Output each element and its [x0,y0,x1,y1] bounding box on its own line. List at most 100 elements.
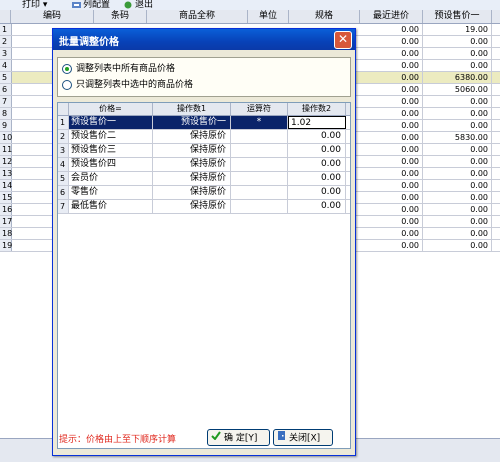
recent-cost-cell: 0.00 [360,228,423,239]
grid-header: 编码 条码 商品全称 单位 规格 最近进价 预设售价一 [0,10,500,24]
door-icon [277,430,286,446]
operand-2-cell[interactable]: 0.00 [288,186,346,199]
recent-cost-cell: 0.00 [360,96,423,107]
col-preset-price-1[interactable]: 预设售价一 [423,10,492,23]
operand-2-cell[interactable]: 0.00 [288,200,346,213]
operand-2-cell[interactable]: 0.00 [288,158,346,171]
col-spec[interactable]: 规格 [289,10,360,23]
operator-cell[interactable] [231,158,288,171]
column-config-button[interactable]: 列配置 [72,0,110,10]
price-target-cell[interactable]: 零售价 [69,186,153,199]
preset-price-cell: 0.00 [423,204,492,215]
print-button[interactable]: 打印 ▾ [22,0,47,10]
operator-cell[interactable] [231,144,288,157]
formula-row[interactable]: 1 预设售价一 预设售价一 * 1.02 [58,116,350,130]
row-number: 12 [0,156,13,167]
close-icon[interactable]: ✕ [334,31,352,49]
operand-2-cell[interactable]: 0.00 [288,144,346,157]
col-operand-2[interactable]: 操作数2 [288,103,346,115]
formula-row[interactable]: 4 预设售价四 保持原价 0.00 [58,158,350,172]
recent-cost-cell: 0.00 [360,60,423,71]
radio-all-label: 调整列表中所有商品价格 [76,64,176,74]
row-number: 10 [0,132,13,143]
row-number: 17 [0,216,13,227]
operand-1-cell[interactable]: 保持原价 [153,158,231,171]
row-number: 3 [58,144,69,157]
row-number: 11 [0,144,13,155]
preset-price-cell: 0.00 [423,192,492,203]
preset-price-cell: 0.00 [423,240,492,251]
radio-selected-items[interactable]: 只调整列表中选中的商品价格 [62,78,193,92]
row-number: 7 [58,200,69,213]
operator-cell[interactable] [231,172,288,185]
col-price[interactable]: 价格= [69,103,153,115]
formula-row[interactable]: 7 最低售价 保持原价 0.00 [58,200,350,214]
row-number: 5 [58,172,69,185]
recent-cost-cell: 0.00 [360,72,423,83]
operand-1-cell[interactable]: 预设售价一 [153,116,231,129]
recent-cost-cell: 0.00 [360,108,423,119]
price-target-cell[interactable]: 预设售价二 [69,130,153,143]
radio-checked-icon[interactable] [62,63,72,74]
row-number: 1 [0,24,12,35]
formula-row[interactable]: 3 预设售价三 保持原价 0.00 [58,144,350,158]
operator-cell[interactable] [231,186,288,199]
col-recent-cost[interactable]: 最近进价 [360,10,423,23]
preset-price-cell: 0.00 [423,60,492,71]
operand-2-cell[interactable]: 0.00 [288,130,346,143]
col-operand-1[interactable]: 操作数1 [153,103,231,115]
close-dialog-button[interactable]: 关闭[X] [273,429,333,446]
row-number: 6 [58,186,69,199]
grid-corner [0,10,11,23]
price-target-cell[interactable]: 预设售价三 [69,144,153,157]
operator-cell[interactable] [231,200,288,213]
col-code[interactable]: 编码 [11,10,94,23]
price-target-cell[interactable]: 预设售价四 [69,158,153,171]
recent-cost-cell: 0.00 [360,156,423,167]
preset-price-cell: 0.00 [423,144,492,155]
col-name[interactable]: 商品全称 [147,10,248,23]
operand-1-cell[interactable]: 保持原价 [153,172,231,185]
formula-corner [58,103,69,115]
row-number: 19 [0,240,13,251]
dialog-title: 批量调整价格 [59,37,119,48]
confirm-button[interactable]: 确 定[Y] [207,429,270,446]
formula-row[interactable]: 6 零售价 保持原价 0.00 [58,186,350,200]
formula-row[interactable]: 2 预设售价二 保持原价 0.00 [58,130,350,144]
operand-1-cell[interactable]: 保持原价 [153,144,231,157]
confirm-label: 确 定[Y] [224,433,258,444]
operator-cell[interactable] [231,130,288,143]
recent-cost-cell: 0.00 [360,180,423,191]
formula-row[interactable]: 5 会员价 保持原价 0.00 [58,172,350,186]
price-target-cell[interactable]: 会员价 [69,172,153,185]
preset-price-cell: 0.00 [423,216,492,227]
row-number: 8 [0,108,12,119]
column-config-icon [72,1,81,9]
price-target-cell[interactable]: 预设售价一 [69,116,153,129]
preset-price-cell: 0.00 [423,228,492,239]
price-formula-table: 价格= 操作数1 运算符 操作数2 1 预设售价一 预设售价一 * 1.02 2 预设售价二… [57,102,351,449]
preset-price-cell: 6380.00 [423,72,492,83]
operand-2-cell[interactable]: 1.02 [288,116,346,129]
exit-icon [124,1,133,9]
col-operator[interactable]: 运算符 [231,103,288,115]
toolbar: 打印 ▾ 列配置 退出 [0,0,500,10]
row-number: 3 [0,48,12,59]
row-number: 1 [58,116,69,129]
operand-1-cell[interactable]: 保持原价 [153,200,231,213]
col-unit[interactable]: 单位 [248,10,289,23]
operand-2-cell[interactable]: 0.00 [288,172,346,185]
operator-cell[interactable]: * [231,116,288,129]
exit-button[interactable]: 退出 [124,0,153,10]
dialog-titlebar[interactable]: 批量调整价格 ✕ [53,29,355,50]
radio-unchecked-icon[interactable] [62,79,72,90]
col-barcode[interactable]: 条码 [94,10,147,23]
operand-1-cell[interactable]: 保持原价 [153,130,231,143]
price-target-cell[interactable]: 最低售价 [69,200,153,213]
row-number: 2 [58,130,69,143]
radio-all-items[interactable]: 调整列表中所有商品价格 [62,62,175,76]
operand-1-cell[interactable]: 保持原价 [153,186,231,199]
recent-cost-cell: 0.00 [360,204,423,215]
recent-cost-cell: 0.00 [360,168,423,179]
exit-label: 退出 [135,0,154,10]
